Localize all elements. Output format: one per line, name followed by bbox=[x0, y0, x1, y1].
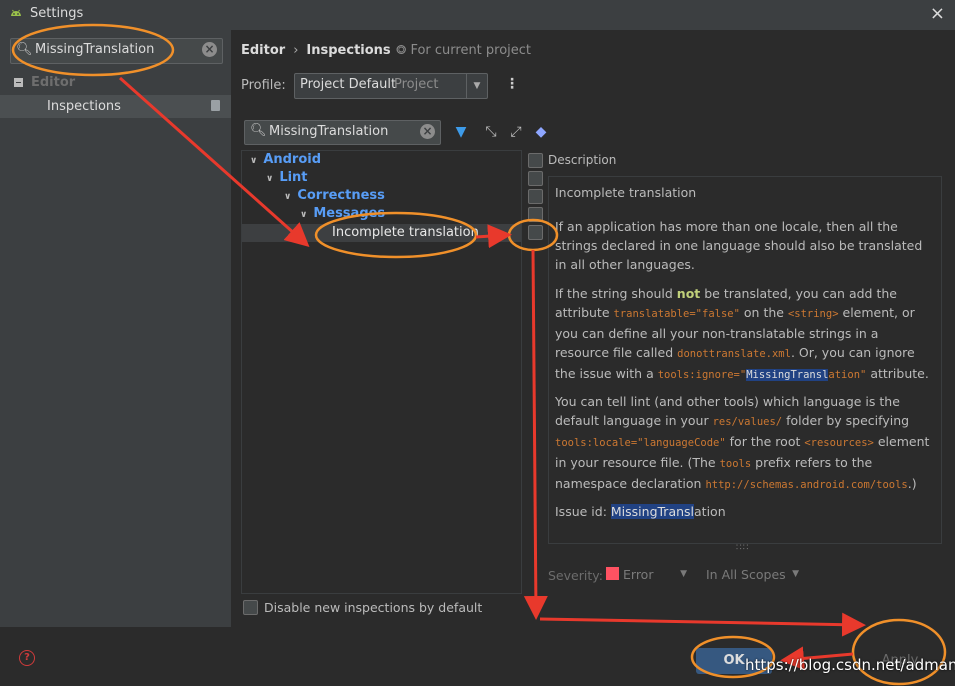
scope-hint-text: For current project bbox=[410, 43, 532, 58]
inspection-tree: ∨ Android ∨ Lint ∨ Correctness ∨ Messages In… bbox=[241, 150, 522, 594]
watermark-text: https://blog.csdn.net/admans bbox=[745, 656, 955, 674]
collapse-all-icon[interactable]: ⤢ bbox=[507, 123, 525, 141]
collapse-icon[interactable] bbox=[14, 78, 23, 87]
tree-node-messages[interactable]: ∨ Messages bbox=[300, 206, 385, 224]
severity-color-swatch bbox=[606, 567, 619, 580]
window-title: Settings bbox=[30, 6, 84, 21]
tree-node-label: Messages bbox=[313, 206, 386, 221]
eraser-icon[interactable]: ◆ bbox=[532, 123, 550, 141]
description-paragraph-2: If the string should not be translated, … bbox=[555, 286, 929, 381]
chevron-down-icon: ▼ bbox=[466, 74, 487, 98]
chevron-down-icon: ∨ bbox=[266, 174, 274, 184]
search-icon: 🔍︎ bbox=[250, 123, 267, 138]
description-title: Incomplete translation bbox=[555, 185, 697, 200]
inspection-search-value: MissingTranslation bbox=[269, 124, 389, 139]
settings-sidebar: 🔍︎ MissingTranslation × Editor Inspectio… bbox=[0, 30, 231, 627]
tree-node-incomplete-translation[interactable]: Incomplete translation bbox=[242, 224, 521, 242]
severity-value: Error bbox=[623, 567, 654, 582]
breadcrumb-editor[interactable]: Editor bbox=[241, 43, 285, 58]
breadcrumb-separator: › bbox=[293, 43, 299, 58]
checkbox-correctness[interactable] bbox=[528, 189, 543, 204]
tree-node-label: Lint bbox=[279, 170, 308, 185]
sidebar-item-label: Editor bbox=[31, 75, 76, 90]
chevron-down-icon: ∨ bbox=[284, 192, 292, 202]
profile-name: Project Default bbox=[300, 77, 397, 92]
sidebar-item-inspections[interactable]: Inspections bbox=[0, 95, 231, 118]
tree-node-android[interactable]: ∨ Android bbox=[250, 152, 321, 170]
checkbox-android[interactable] bbox=[528, 153, 543, 168]
severity-dropdown[interactable]: Error ▼ bbox=[601, 564, 693, 586]
tree-node-lint[interactable]: ∨ Lint bbox=[266, 170, 308, 188]
chevron-down-icon: ∨ bbox=[300, 210, 308, 220]
filter-icon[interactable]: ▼ bbox=[452, 123, 470, 141]
scope-hint: ⭗ For current project bbox=[396, 43, 531, 58]
project-scope-icon: ⭗ bbox=[396, 43, 411, 58]
severity-label: Severity: bbox=[548, 568, 603, 583]
profile-kind: Project bbox=[394, 77, 439, 92]
checkbox-lint[interactable] bbox=[528, 171, 543, 186]
tree-node-label: Android bbox=[263, 152, 322, 167]
search-icon: 🔍︎ bbox=[16, 42, 33, 57]
more-options-icon[interactable]: ⋮ bbox=[505, 76, 519, 92]
close-button[interactable]: × bbox=[930, 3, 945, 24]
description-paragraph-3: You can tell lint (and other tools) whic… bbox=[555, 394, 930, 491]
checkbox-messages[interactable] bbox=[528, 207, 543, 222]
tree-node-label: Incomplete translation bbox=[332, 225, 479, 240]
breadcrumb: Editor › Inspections bbox=[241, 43, 391, 61]
inspection-search-input[interactable]: 🔍︎ MissingTranslation × bbox=[244, 120, 441, 145]
resize-handle[interactable]: ∷∷ bbox=[736, 543, 749, 553]
issue-id: Issue id: MissingTranslation bbox=[555, 504, 726, 519]
chevron-down-icon: ▼ bbox=[792, 569, 799, 579]
expand-all-icon[interactable]: ⤡ bbox=[482, 123, 500, 141]
tree-node-correctness[interactable]: ∨ Correctness bbox=[284, 188, 385, 206]
checkbox-incomplete-translation[interactable] bbox=[528, 225, 543, 240]
annotation-arrow bbox=[523, 249, 548, 620]
scope-dropdown[interactable]: In All Scopes ▼ bbox=[701, 564, 805, 586]
description-header: Description bbox=[548, 153, 617, 167]
title-bar: Settings × bbox=[0, 0, 955, 30]
sidebar-item-label: Inspections bbox=[47, 99, 121, 114]
sidebar-item-editor[interactable]: Editor bbox=[10, 74, 230, 94]
breadcrumb-inspections: Inspections bbox=[306, 43, 391, 58]
tree-node-label: Correctness bbox=[297, 188, 385, 203]
scope-value: In All Scopes bbox=[706, 567, 786, 582]
disable-new-inspections-label[interactable]: Disable new inspections by default bbox=[264, 600, 482, 615]
disable-new-inspections-checkbox[interactable] bbox=[243, 600, 258, 615]
android-icon bbox=[11, 9, 21, 16]
chevron-down-icon: ▼ bbox=[680, 569, 687, 579]
profile-dropdown[interactable]: Project Default Project ▼ bbox=[294, 73, 488, 99]
clear-search-icon[interactable]: × bbox=[420, 124, 435, 139]
annotation-arrow bbox=[539, 612, 866, 637]
settings-search-value: MissingTranslation bbox=[35, 42, 155, 57]
chevron-down-icon: ∨ bbox=[250, 156, 258, 166]
profile-label: Profile: bbox=[241, 78, 286, 93]
settings-search-input[interactable]: 🔍︎ MissingTranslation × bbox=[10, 38, 223, 64]
clear-search-icon[interactable]: × bbox=[202, 42, 217, 57]
help-icon[interactable]: ? bbox=[19, 650, 35, 666]
description-panel: Incomplete translation If an application… bbox=[548, 176, 942, 544]
description-paragraph-1: If an application has more than one loca… bbox=[555, 219, 923, 272]
project-scope-icon bbox=[211, 100, 220, 111]
